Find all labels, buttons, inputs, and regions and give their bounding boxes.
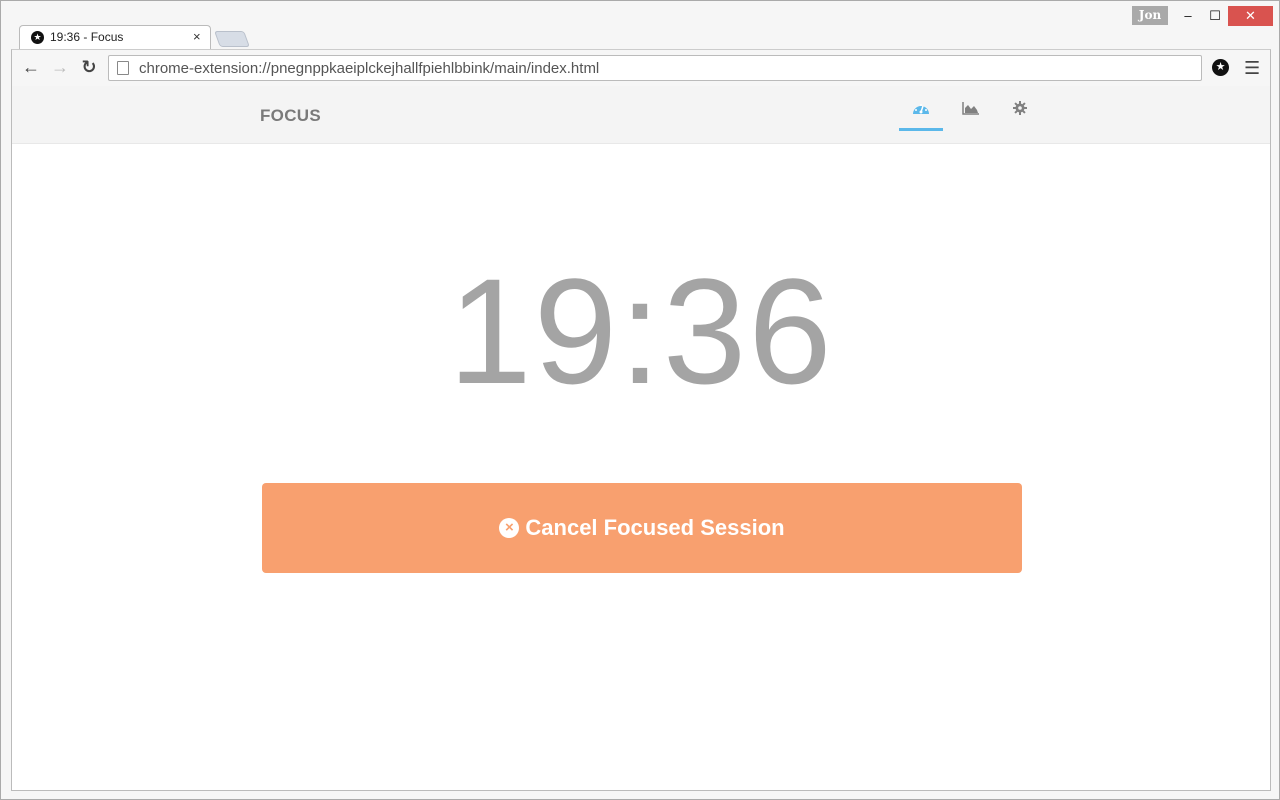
tab-close-icon[interactable]: × [193, 29, 201, 44]
area-chart-icon [962, 102, 979, 115]
new-tab-button[interactable] [214, 31, 250, 47]
extension-favicon-icon: ★ [31, 31, 44, 44]
page-icon [117, 61, 129, 75]
cancel-session-button[interactable]: × Cancel Focused Session [262, 483, 1022, 573]
extension-star-icon[interactable]: ★ [1212, 59, 1229, 76]
nav-statistics[interactable] [949, 101, 993, 131]
maximize-button[interactable]: ☐ [1200, 6, 1230, 26]
cancel-session-label: Cancel Focused Session [525, 515, 785, 540]
brand-logo[interactable]: FOCUS [260, 106, 321, 126]
nav-settings[interactable] [998, 101, 1042, 131]
browser-window: ★ 19:36 - Focus × Jon – ☐ ✕ ← → ↻ chrome… [0, 0, 1280, 800]
browser-toolbar: ← → ↻ chrome-extension://pnegnppkaeiplck… [11, 49, 1271, 86]
url-text[interactable]: chrome-extension://pnegnppkaeiplckejhall… [139, 60, 599, 77]
tab-title: 19:36 - Focus [50, 30, 124, 44]
back-arrow-icon[interactable]: ← [20, 57, 42, 78]
nav-dashboard[interactable] [899, 101, 943, 131]
page-viewport: FOCUS 19:36 × Cancel Focused Session [11, 86, 1271, 791]
menu-icon[interactable]: ☰ [1244, 58, 1260, 79]
profile-button[interactable]: Jon [1132, 6, 1168, 25]
gear-icon [1013, 101, 1027, 115]
title-bar: ★ 19:36 - Focus × Jon – ☐ ✕ [1, 1, 1279, 50]
dashboard-icon [913, 104, 929, 114]
minimize-button[interactable]: – [1173, 6, 1203, 26]
forward-arrow-icon[interactable]: → [49, 57, 71, 78]
reload-icon[interactable]: ↻ [78, 57, 100, 78]
app-navbar: FOCUS [12, 86, 1270, 144]
times-circle-icon: × [499, 518, 520, 538]
close-window-button[interactable]: ✕ [1228, 6, 1273, 26]
countdown-timer: 19:36 [448, 247, 834, 415]
address-bar[interactable]: chrome-extension://pnegnppkaeiplckejhall… [108, 55, 1202, 81]
